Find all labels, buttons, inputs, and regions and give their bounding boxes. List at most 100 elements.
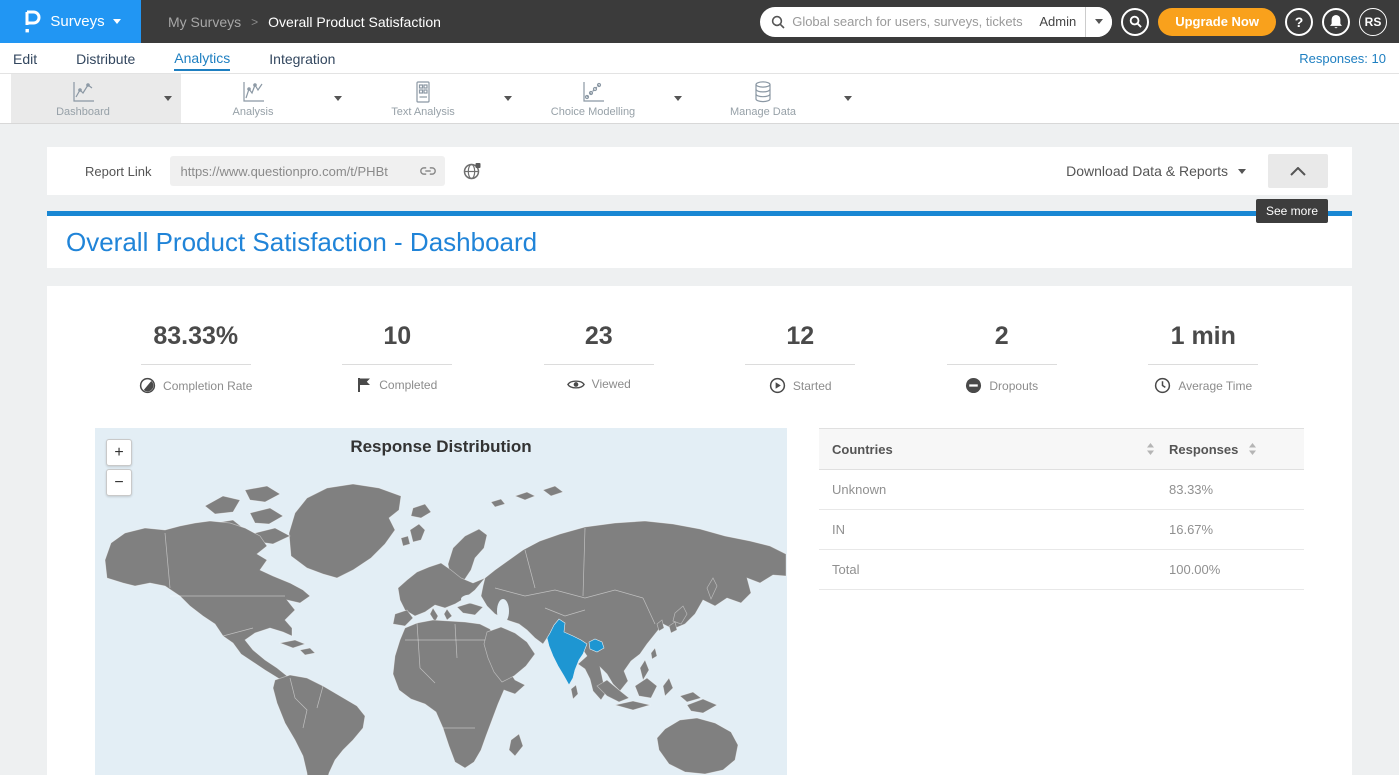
toolbar-label: Text Analysis (391, 106, 455, 118)
contrast-circle-icon (139, 377, 156, 394)
link-icon (419, 164, 437, 178)
search-submit-button[interactable] (1121, 8, 1149, 36)
table-row: IN 16.67% (819, 510, 1304, 550)
responses-header-label: Responses (1169, 442, 1238, 457)
toolbar-item-choice-modelling[interactable]: Choice Modelling (521, 74, 691, 123)
play-circle-icon (769, 377, 786, 394)
responses-cell: 16.67% (1169, 510, 1304, 550)
document-grid-icon (411, 80, 435, 104)
map-zoom-in-button[interactable]: + (106, 439, 132, 466)
sort-icon[interactable] (1248, 443, 1257, 455)
tab-integration[interactable]: Integration (269, 46, 335, 70)
country-cell: IN (819, 510, 1169, 550)
stat-started: 12 Started (700, 322, 902, 394)
chevron-down-icon (334, 96, 342, 101)
chevron-down-icon (113, 19, 121, 24)
choice-modelling-dropdown-button[interactable] (665, 96, 691, 101)
toolbar-item-analysis[interactable]: Analysis (181, 74, 351, 123)
stat-label: Average Time (1178, 379, 1252, 393)
stat-label: Dropouts (989, 379, 1038, 393)
scatter-chart-icon (580, 80, 606, 104)
analysis-chart-icon (240, 80, 266, 104)
breadcrumb-separator: > (251, 15, 258, 29)
toolbar-item-dashboard[interactable]: Dashboard (11, 74, 181, 123)
toolbar-label: Choice Modelling (551, 106, 635, 118)
chevron-down-icon (1238, 169, 1246, 174)
choice-modelling-button[interactable]: Choice Modelling (521, 80, 665, 118)
breadcrumb: My Surveys > Overall Product Satisfactio… (168, 14, 441, 30)
breadcrumb-my-surveys[interactable]: My Surveys (168, 14, 241, 30)
user-avatar[interactable]: RS (1359, 8, 1387, 36)
dashboard-button[interactable]: Dashboard (11, 80, 155, 118)
chevron-up-icon (1290, 167, 1306, 176)
text-analysis-button[interactable]: Text Analysis (351, 80, 495, 118)
stat-viewed: 23 Viewed (498, 322, 700, 394)
responses-cell: 100.00% (1169, 550, 1304, 590)
global-search-input[interactable] (792, 14, 1030, 29)
tab-edit[interactable]: Edit (13, 46, 37, 70)
stat-label: Completion Rate (163, 379, 252, 393)
search-icon (771, 15, 785, 29)
globe-lock-icon (462, 161, 482, 181)
copy-link-button[interactable] (419, 164, 437, 178)
download-data-reports-menu[interactable]: Download Data & Reports (1066, 163, 1246, 179)
search-scope-selector[interactable]: Admin (1030, 14, 1085, 29)
text-analysis-dropdown-button[interactable] (495, 96, 521, 101)
stat-value: 1 min (1103, 322, 1305, 351)
questionpro-logo (20, 9, 42, 35)
world-map[interactable] (95, 428, 787, 775)
stat-value: 2 (901, 322, 1103, 351)
topbar-actions: Admin Upgrade Now ? RS (760, 7, 1399, 37)
column-header-countries[interactable]: Countries (819, 429, 1169, 470)
divider (745, 364, 855, 365)
chevron-down-icon (504, 96, 512, 101)
column-header-responses[interactable]: Responses (1169, 429, 1304, 470)
minus-circle-icon (965, 377, 982, 394)
manage-data-button[interactable]: Manage Data (691, 80, 835, 118)
report-link-input[interactable] (180, 164, 419, 179)
stat-label: Completed (379, 378, 437, 392)
report-privacy-button[interactable] (462, 161, 482, 181)
analysis-dropdown-button[interactable] (325, 96, 351, 101)
analysis-button[interactable]: Analysis (181, 80, 325, 118)
notifications-button[interactable] (1322, 8, 1350, 36)
sort-icon[interactable] (1146, 443, 1155, 455)
table-header-row: Countries (819, 429, 1304, 470)
map-zoom-controls: + − (106, 439, 132, 496)
divider (342, 364, 452, 365)
search-icon (1129, 15, 1142, 28)
toolbar-item-text-analysis[interactable]: Text Analysis (351, 74, 521, 123)
stat-value: 83.33% (95, 322, 297, 351)
stat-label: Started (793, 379, 832, 393)
response-distribution-section: Response Distribution + − (95, 428, 1304, 775)
manage-data-dropdown-button[interactable] (835, 96, 861, 101)
countries-header-label: Countries (832, 442, 893, 457)
surveys-menu[interactable]: Surveys (0, 0, 141, 43)
download-data-reports-label: Download Data & Reports (1066, 163, 1228, 179)
tab-analytics[interactable]: Analytics (174, 45, 230, 71)
stat-dropouts: 2 Dropouts (901, 322, 1103, 394)
see-more-tooltip: See more (1256, 199, 1328, 223)
map-zoom-out-button[interactable]: − (106, 469, 132, 496)
flag-icon (357, 377, 372, 393)
collapse-panel-button[interactable] (1268, 154, 1328, 188)
topbar: Surveys My Surveys > Overall Product Sat… (0, 0, 1399, 43)
survey-tabs: Edit Distribute Analytics Integration Re… (0, 43, 1399, 74)
country-cell: Total (819, 550, 1169, 590)
search-scope-dropdown-button[interactable] (1085, 7, 1112, 37)
toolbar-item-manage-data[interactable]: Manage Data (691, 74, 861, 123)
chevron-down-icon (164, 96, 172, 101)
report-link-bar: Report Link Download Data & Reports (47, 147, 1352, 195)
stat-value: 23 (498, 322, 700, 351)
response-distribution-map[interactable]: Response Distribution + − (95, 428, 787, 775)
toolbar-label: Analysis (233, 106, 274, 118)
divider (141, 364, 251, 365)
help-button[interactable]: ? (1285, 8, 1313, 36)
upgrade-now-button[interactable]: Upgrade Now (1158, 8, 1276, 36)
table-row: Unknown 83.33% (819, 470, 1304, 510)
toolbar-label: Manage Data (730, 106, 796, 118)
survey-stats: 83.33% Completion Rate 10 (95, 322, 1304, 394)
tab-distribute[interactable]: Distribute (76, 46, 135, 70)
dashboard-dropdown-button[interactable] (155, 96, 181, 101)
clock-icon (1154, 377, 1171, 394)
